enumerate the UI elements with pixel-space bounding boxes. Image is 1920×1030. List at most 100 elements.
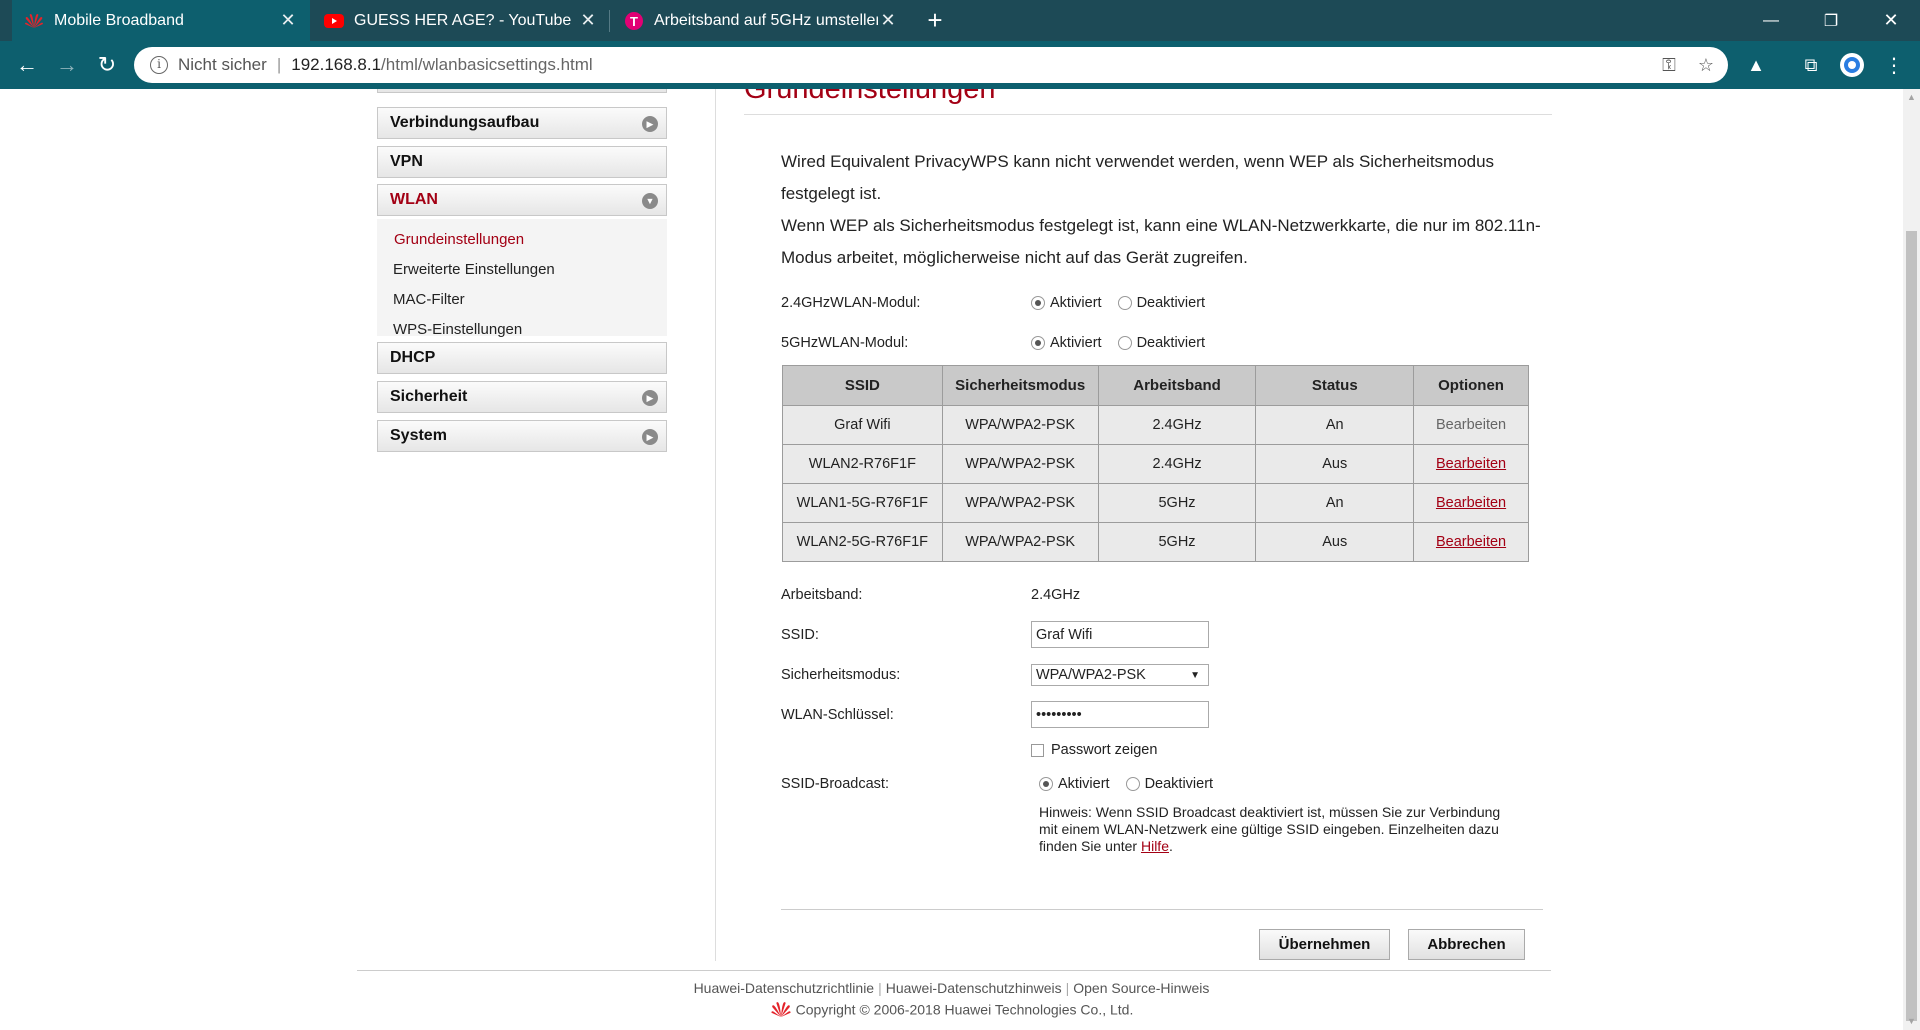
tab-telekom[interactable]: T Arbeitsband auf 5GHz umstellen ✕ [612, 0, 910, 41]
info-line-1: Wired Equivalent PrivacyWPS kann nicht v… [781, 152, 1495, 203]
band-cell: 2.4GHz [1097, 444, 1257, 484]
scroll-down-icon[interactable]: ▼ [1903, 1013, 1920, 1030]
copyright: Copyright © 2006-2018 Huawei Technologie… [0, 1001, 1903, 1021]
form-divider [781, 909, 1543, 910]
column-header: Arbeitsband [1097, 365, 1257, 406]
security-cell: WPA/WPA2-PSK [941, 483, 1099, 523]
info-line-2: Wenn WEP als Sicherheitsmodus festgelegt… [781, 216, 1541, 267]
module-5-label: 5GHzWLAN-Modul: [781, 335, 909, 351]
cancel-button[interactable]: Abbrechen [1408, 929, 1525, 960]
new-tab-button[interactable]: + [920, 5, 950, 35]
security-status: Nicht sicher [178, 55, 267, 74]
tab-title: GUESS HER AGE? - YouTube [354, 11, 572, 29]
tab-close-icon[interactable]: ✕ [878, 10, 898, 31]
sidebar-item-dhcp[interactable]: DHCP [377, 342, 667, 374]
sidebar-item-verbindungsaufbau[interactable]: Verbindungsaufbau ▶ [377, 107, 667, 139]
svg-text:T: T [630, 14, 638, 29]
footer-links: Huawei-Datenschutzrichtlinie | Huawei-Date… [693, 980, 1210, 996]
sidebar-item-system[interactable]: System ▶ [377, 420, 667, 452]
sidebar-item-sicherheit[interactable]: Sicherheit ▶ [377, 381, 667, 413]
module-24-off-radio[interactable] [1117, 296, 1132, 310]
hint-text: Hinweis: Wenn SSID Broadcast deaktiviert… [1039, 804, 1501, 854]
bookmark-star-icon[interactable]: ☆ [1698, 55, 1714, 76]
status-cell: Aus [1255, 522, 1415, 562]
show-password-checkbox[interactable] [1031, 743, 1044, 757]
status-cell: An [1255, 405, 1415, 445]
cast-icon[interactable]: ⧉ [1797, 51, 1825, 79]
security-cell: WPA/WPA2-PSK [941, 522, 1099, 562]
module-5-off-radio[interactable] [1117, 336, 1132, 350]
hint-end: . [1168, 838, 1173, 854]
band-cell: 5GHz [1097, 483, 1257, 523]
menu-kebab-icon[interactable]: ⋮ [1880, 51, 1908, 79]
options-cell: Bearbeiten [1413, 522, 1529, 562]
ssid-input[interactable]: Graf Wifi [1031, 621, 1209, 648]
scrollbar-thumb[interactable] [1906, 231, 1917, 1021]
submenu-grundeinstellungen[interactable]: Grundeinstellungen [394, 231, 524, 248]
security-mode-label: Sicherheitsmodus: [781, 667, 901, 683]
security-cell: WPA/WPA2-PSK [941, 444, 1099, 484]
reload-icon[interactable]: ↻ [92, 50, 122, 80]
url-host: 192.168.8.1 [291, 55, 382, 74]
tab-close-icon[interactable]: ✕ [578, 10, 598, 31]
tab-close-icon[interactable]: ✕ [278, 10, 298, 31]
sidebar-item-label: VPN [390, 153, 423, 170]
privacy-policy-link[interactable]: Huawei-Datenschutzrichtlinie [694, 980, 875, 996]
sidebar-item-vpn[interactable]: VPN [377, 146, 667, 178]
apply-button[interactable]: Übernehmen [1259, 929, 1390, 960]
edit-link[interactable]: Bearbeiten [1436, 534, 1506, 550]
submenu-wps-einstellungen[interactable]: WPS-Einstellungen [393, 321, 522, 338]
tab-youtube[interactable]: GUESS HER AGE? - YouTube ✕ [312, 0, 610, 41]
sidebar-item-hidden[interactable] [377, 89, 667, 93]
tab-mobile-broadband[interactable]: Mobile Broadband ✕ [12, 0, 310, 41]
ssid-broadcast-label: SSID-Broadcast: [781, 776, 889, 792]
radio-label: Deaktiviert [1144, 776, 1214, 792]
huawei-logo-icon [770, 1001, 792, 1021]
restore-icon[interactable]: ❐ [1801, 0, 1861, 41]
security-mode-select[interactable]: WPA/WPA2-PSK ▼ [1031, 664, 1209, 686]
key-icon[interactable]: ⚿ [1662, 55, 1676, 76]
submenu-mac-filter[interactable]: MAC-Filter [393, 291, 465, 308]
window-close-icon[interactable]: ✕ [1861, 0, 1920, 41]
wlan-key-input[interactable]: ••••••••• [1031, 701, 1209, 728]
open-source-link[interactable]: Open Source-Hinweis [1073, 980, 1209, 996]
help-link[interactable]: Hilfe [1141, 838, 1169, 854]
profile-avatar-icon[interactable] [1838, 51, 1866, 79]
edit-link[interactable]: Bearbeiten [1436, 495, 1506, 511]
tab-title: Mobile Broadband [54, 11, 184, 29]
broadcast-off-radio[interactable] [1125, 777, 1140, 791]
huawei-logo-icon [24, 11, 44, 31]
scroll-up-icon[interactable]: ▲ [1903, 89, 1920, 106]
module-24-radio-group: Aktiviert Deaktiviert [1031, 295, 1205, 311]
radio-label: Aktiviert [1050, 335, 1102, 351]
table-header-row: SSID Sicherheitsmodus Arbeitsband Status… [782, 365, 1529, 406]
info-icon[interactable]: i [150, 56, 168, 74]
dropdown-caret-icon: ▼ [1190, 669, 1200, 681]
tab-title: Arbeitsband auf 5GHz umstellen [654, 11, 878, 29]
address-bar[interactable]: i Nicht sicher | 192.168.8.1 /html/wlanb… [134, 47, 1728, 83]
privacy-notice-link[interactable]: Huawei-Datenschutzhinweis [886, 980, 1062, 996]
back-arrow-icon[interactable]: ← [12, 50, 42, 80]
forward-arrow-icon[interactable]: → [52, 50, 82, 80]
module-24-on-radio[interactable] [1031, 296, 1045, 310]
module-5-radio-group: Aktiviert Deaktiviert [1031, 335, 1205, 351]
column-header: Optionen [1413, 365, 1529, 406]
url-path: /html/wlanbasicsettings.html [381, 55, 593, 74]
page-scrollbar[interactable]: ▲ ▼ [1903, 89, 1920, 1030]
sidebar-item-wlan[interactable]: WLAN ▼ [377, 184, 667, 216]
radio-label: Deaktiviert [1136, 295, 1206, 311]
browser-toolbar: ← → ↻ i Nicht sicher | 192.168.8.1 /html… [0, 41, 1920, 89]
sidebar-item-label: Verbindungsaufbau [390, 114, 540, 131]
broadcast-on-radio[interactable] [1039, 777, 1053, 791]
table-row: WLAN1-5G-R76F1F WPA/WPA2-PSK 5GHz An Bea… [782, 483, 1529, 523]
submenu-erweiterte-einstellungen[interactable]: Erweiterte Einstellungen [393, 261, 555, 278]
ssid-cell: WLAN2-5G-R76F1F [782, 522, 943, 562]
module-5-on-radio[interactable] [1031, 336, 1045, 350]
address-separator: | [276, 55, 282, 74]
minimize-icon[interactable]: — [1741, 0, 1801, 41]
ssid-cell: WLAN2-R76F1F [782, 444, 943, 484]
tab-separator [609, 10, 610, 32]
edit-link[interactable]: Bearbeiten [1436, 456, 1506, 472]
drive-extension-icon[interactable]: ▲ [1742, 51, 1770, 79]
title-underline [744, 114, 1552, 115]
